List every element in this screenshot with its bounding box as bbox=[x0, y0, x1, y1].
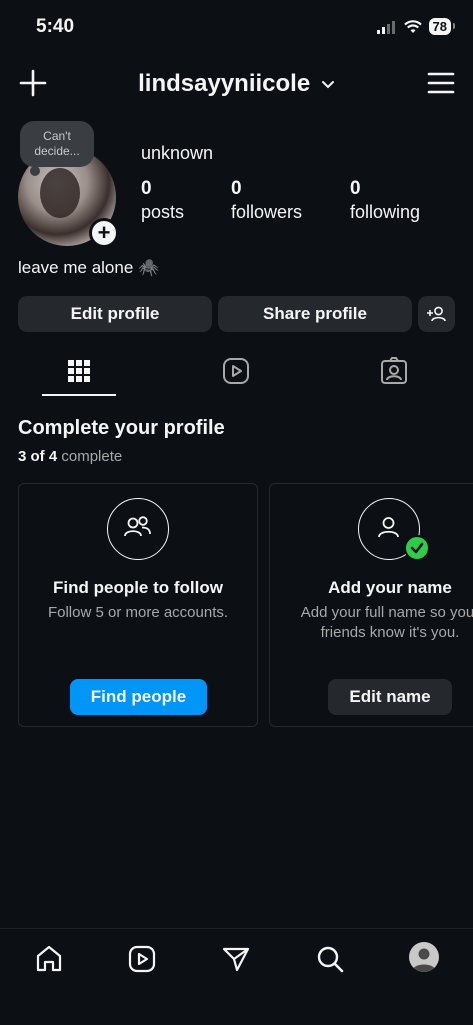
add-name-card: Add your name Add your full name so your… bbox=[269, 483, 473, 727]
status-icons: 78 bbox=[376, 18, 456, 35]
stat-following-value: 0 bbox=[350, 178, 361, 199]
reels-tab-icon[interactable] bbox=[221, 356, 251, 386]
edit-profile-button[interactable]: Edit profile bbox=[18, 296, 212, 332]
note-bubble-tail bbox=[30, 166, 40, 176]
stat-followers-label: followers bbox=[231, 202, 303, 222]
display-name: unknown bbox=[141, 143, 214, 163]
grid-tab-icon[interactable] bbox=[64, 356, 94, 386]
tagged-tab-icon[interactable] bbox=[379, 356, 409, 386]
active-tab-indicator bbox=[42, 394, 116, 396]
complete-profile-progress: 3 of 4 complete bbox=[18, 448, 122, 465]
wifi-icon bbox=[403, 19, 422, 33]
stat-followers[interactable]: 0 followers bbox=[231, 178, 302, 223]
search-icon[interactable] bbox=[314, 943, 346, 975]
card-title: Find people to follow bbox=[53, 578, 223, 597]
share-profile-button[interactable]: Share profile bbox=[218, 296, 412, 332]
complete-profile-title: Complete your profile bbox=[18, 417, 225, 439]
stat-followers-value: 0 bbox=[231, 178, 242, 199]
bottom-navigation bbox=[0, 928, 473, 1025]
profile-nav-avatar[interactable] bbox=[409, 942, 439, 972]
add-story-plus-icon[interactable]: + bbox=[89, 218, 119, 248]
menu-hamburger-icon[interactable] bbox=[427, 70, 455, 96]
stat-following-label: following bbox=[350, 202, 421, 222]
progress-count: 3 of 4 bbox=[18, 448, 58, 465]
people-icon bbox=[107, 498, 169, 560]
stat-posts-value: 0 bbox=[141, 178, 152, 199]
card-description: Follow 5 or more accounts. bbox=[47, 604, 229, 621]
chevron-down-icon bbox=[321, 80, 334, 89]
add-person-icon bbox=[427, 306, 446, 322]
reels-icon[interactable] bbox=[126, 943, 158, 975]
check-complete-icon bbox=[404, 535, 430, 561]
profile-note[interactable]: Can't decide... bbox=[20, 121, 94, 167]
card-description: Add your full name so your friends know … bbox=[300, 604, 473, 641]
username-switcher[interactable]: lindsayyniicole bbox=[0, 70, 473, 98]
header-username: lindsayyniicole bbox=[138, 70, 311, 97]
stat-posts-label: posts bbox=[141, 202, 185, 222]
find-people-card: Find people to follow Follow 5 or more a… bbox=[18, 483, 258, 727]
edit-name-button[interactable]: Edit name bbox=[328, 679, 452, 715]
signal-icon bbox=[376, 20, 395, 34]
stat-following[interactable]: 0 following bbox=[350, 178, 420, 223]
home-icon[interactable] bbox=[33, 943, 65, 975]
battery-indicator: 78 bbox=[428, 18, 456, 35]
progress-label: complete bbox=[61, 448, 123, 465]
stat-posts[interactable]: 0 posts bbox=[141, 178, 184, 223]
find-people-button[interactable]: Find people bbox=[70, 679, 207, 715]
card-title: Add your name bbox=[328, 578, 452, 597]
profile-bio: leave me alone 🕷️ bbox=[18, 258, 160, 277]
status-time: 5:40 bbox=[36, 16, 75, 37]
discover-people-button[interactable] bbox=[418, 296, 455, 332]
direct-messages-icon[interactable] bbox=[220, 943, 252, 975]
